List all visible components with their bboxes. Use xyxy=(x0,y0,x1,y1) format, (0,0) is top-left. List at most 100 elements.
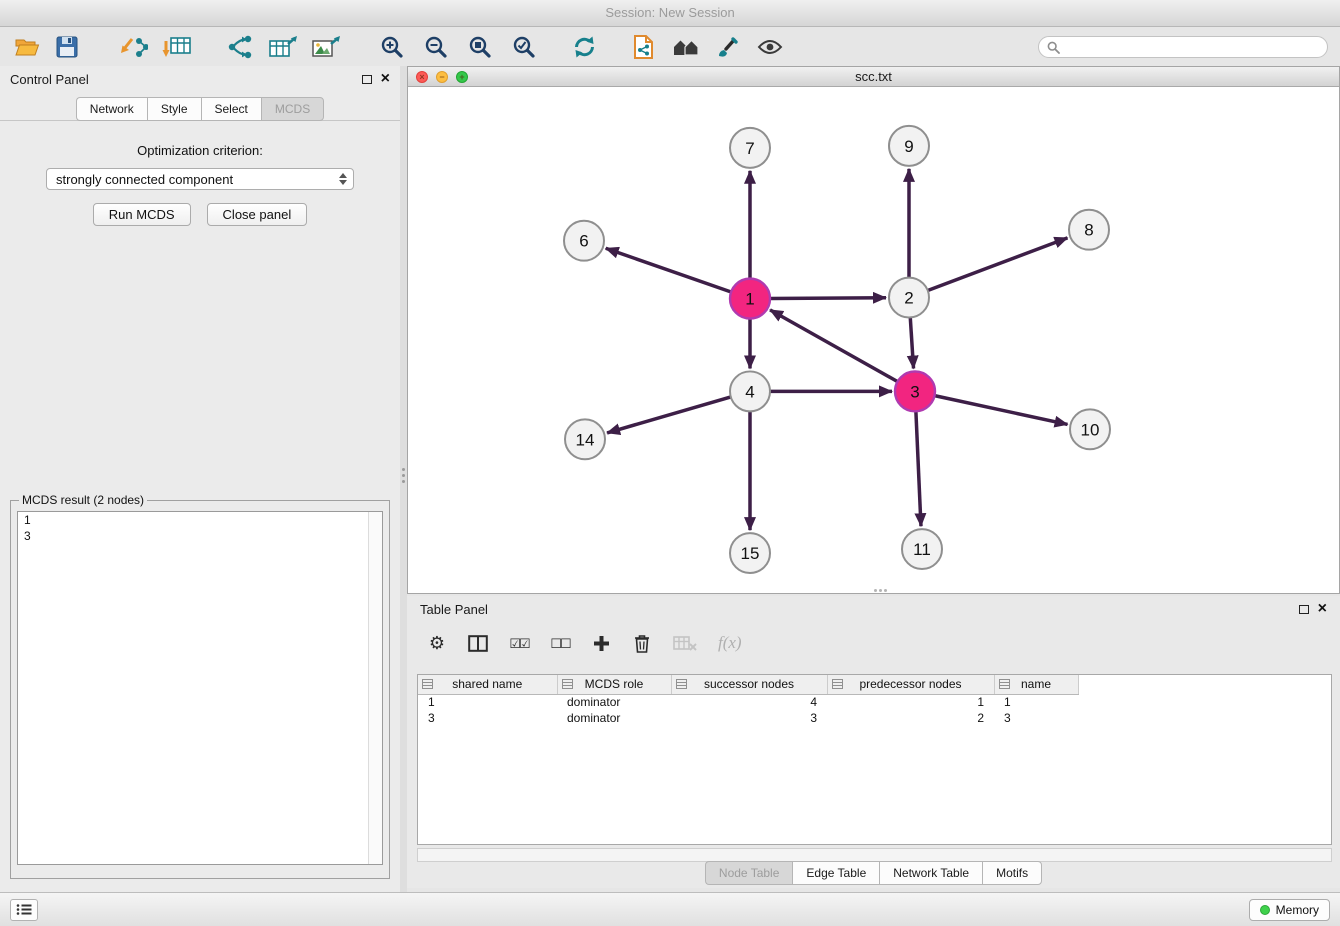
window-minimize-icon[interactable]: − xyxy=(436,71,448,83)
close-panel-button[interactable]: Close panel xyxy=(207,203,308,226)
tab-select[interactable]: Select xyxy=(201,97,261,121)
save-session-button[interactable] xyxy=(52,31,82,63)
gear-icon: ⚙ xyxy=(429,634,445,652)
import-table-button[interactable] xyxy=(162,31,192,63)
mcds-result-item[interactable]: 1 xyxy=(18,512,382,528)
window-zoom-icon[interactable]: + xyxy=(456,71,468,83)
table-row[interactable]: 3dominator323 xyxy=(418,710,1331,726)
table-cell[interactable]: 1 xyxy=(418,694,557,710)
search-field[interactable] xyxy=(1038,36,1328,58)
graph-node-label-6: 6 xyxy=(579,232,588,251)
column-header-mcds-role[interactable]: MCDS role xyxy=(557,675,671,694)
table-cell[interactable]: 2 xyxy=(827,710,994,726)
table-toolbar: ⚙ ☑☑ ☐☐ xyxy=(407,622,1340,664)
graph-edge-2-3[interactable] xyxy=(910,318,913,369)
table-cell-filler xyxy=(1078,710,1331,726)
tab-style[interactable]: Style xyxy=(147,97,201,121)
close-panel-icon[interactable]: × xyxy=(381,73,390,85)
column-edit-icon xyxy=(422,679,433,689)
zoom-fit-button[interactable] xyxy=(465,31,495,63)
tab-network[interactable]: Network xyxy=(76,97,147,121)
network-canvas[interactable]: 7968124314101511 xyxy=(408,88,1339,593)
open-session-button[interactable] xyxy=(12,31,42,63)
table-row[interactable]: 1dominator411 xyxy=(418,694,1331,710)
column-header-successor-nodes[interactable]: successor nodes xyxy=(671,675,827,694)
result-list-scrollbar[interactable] xyxy=(368,512,382,864)
mcds-result-group: MCDS result (2 nodes) 13 xyxy=(10,493,390,879)
table-cell[interactable]: 3 xyxy=(418,710,557,726)
task-history-button[interactable] xyxy=(10,899,38,921)
canvas-grip-icon xyxy=(874,589,887,592)
close-table-panel-icon[interactable]: × xyxy=(1318,603,1327,615)
table-filler xyxy=(1078,675,1331,694)
graph-edge-1-6[interactable] xyxy=(606,248,731,292)
mcds-result-list[interactable]: 13 xyxy=(17,511,383,865)
column-header-predecessor-nodes[interactable]: predecessor nodes xyxy=(827,675,994,694)
zoom-out-icon xyxy=(424,35,448,59)
home-button[interactable] xyxy=(671,31,701,63)
panel-splitter[interactable] xyxy=(400,66,407,892)
deselect-all-icon: ☐☐ xyxy=(550,637,569,650)
table-cell[interactable]: dominator xyxy=(557,710,671,726)
column-header-shared-name[interactable]: shared name xyxy=(418,675,557,694)
network-window-title: scc.txt xyxy=(855,69,892,84)
tab-edge-table[interactable]: Edge Table xyxy=(792,861,879,885)
optimization-criterion-dropdown[interactable]: strongly connected component xyxy=(46,168,354,190)
new-network-button[interactable] xyxy=(226,31,256,63)
zoom-out-button[interactable] xyxy=(421,31,451,63)
control-panel-header: Control Panel × xyxy=(0,66,400,92)
show-hide-button[interactable] xyxy=(755,31,785,63)
mcds-result-item[interactable]: 3 xyxy=(18,528,382,544)
style-brush-button[interactable] xyxy=(713,31,743,63)
graph-edge-3-1[interactable] xyxy=(770,310,898,382)
table-horizontal-scrollbar[interactable] xyxy=(417,848,1332,862)
zoom-in-button[interactable] xyxy=(377,31,407,63)
select-all-button[interactable]: ☑☑ xyxy=(509,630,529,656)
table-cell[interactable]: dominator xyxy=(557,694,671,710)
tab-network-table[interactable]: Network Table xyxy=(879,861,982,885)
float-table-panel-icon[interactable] xyxy=(1299,605,1309,614)
delete-column-button[interactable] xyxy=(632,630,652,656)
table-cell[interactable]: 3 xyxy=(994,710,1078,726)
status-bar: Memory xyxy=(0,892,1340,926)
network-window-titlebar[interactable]: × − + scc.txt xyxy=(408,67,1339,87)
graph-edge-3-11[interactable] xyxy=(916,411,921,526)
tab-node-table[interactable]: Node Table xyxy=(705,861,793,885)
column-header-name[interactable]: name xyxy=(994,675,1078,694)
graph-edge-1-2[interactable] xyxy=(770,298,886,299)
import-network-button[interactable] xyxy=(118,31,148,63)
zoom-in-icon xyxy=(380,35,404,59)
table-settings-button[interactable]: ⚙ xyxy=(427,630,447,656)
publish-network-button[interactable] xyxy=(629,31,659,63)
dropdown-stepper-icon xyxy=(339,173,347,185)
table-cell[interactable]: 1 xyxy=(994,694,1078,710)
table-cell[interactable]: 3 xyxy=(671,710,827,726)
show-columns-button[interactable] xyxy=(468,630,488,656)
tab-mcds[interactable]: MCDS xyxy=(261,97,324,121)
add-column-button[interactable] xyxy=(591,630,611,656)
document-share-icon xyxy=(632,34,656,60)
control-panel: Control Panel × Network Style Select MCD… xyxy=(0,66,400,892)
zoom-selected-button[interactable] xyxy=(509,31,539,63)
table-cell[interactable]: 4 xyxy=(671,694,827,710)
graph-edge-3-10[interactable] xyxy=(935,396,1068,425)
export-table-button[interactable] xyxy=(268,31,298,63)
graph-node-label-4: 4 xyxy=(745,382,754,401)
dropdown-selected-value: strongly connected component xyxy=(56,172,233,187)
window-close-icon[interactable]: × xyxy=(416,71,428,83)
memory-button[interactable]: Memory xyxy=(1249,899,1330,921)
search-input[interactable] xyxy=(1065,40,1319,54)
run-mcds-button[interactable]: Run MCDS xyxy=(93,203,191,226)
control-panel-tabbar: Network Style Select MCDS xyxy=(0,92,400,121)
graph-edge-2-8[interactable] xyxy=(928,238,1068,291)
graph-edge-4-14[interactable] xyxy=(607,397,731,433)
table-cell[interactable]: 1 xyxy=(827,694,994,710)
network-graph[interactable]: 7968124314101511 xyxy=(408,88,1339,593)
export-image-button[interactable] xyxy=(311,31,341,63)
delete-table-icon xyxy=(673,635,697,651)
float-panel-icon[interactable] xyxy=(362,75,372,84)
network-view-window: × − + scc.txt 7968124314101511 xyxy=(407,66,1340,594)
apply-layout-button[interactable] xyxy=(569,31,599,63)
tab-motifs[interactable]: Motifs xyxy=(982,861,1042,885)
deselect-all-button[interactable]: ☐☐ xyxy=(550,630,570,656)
